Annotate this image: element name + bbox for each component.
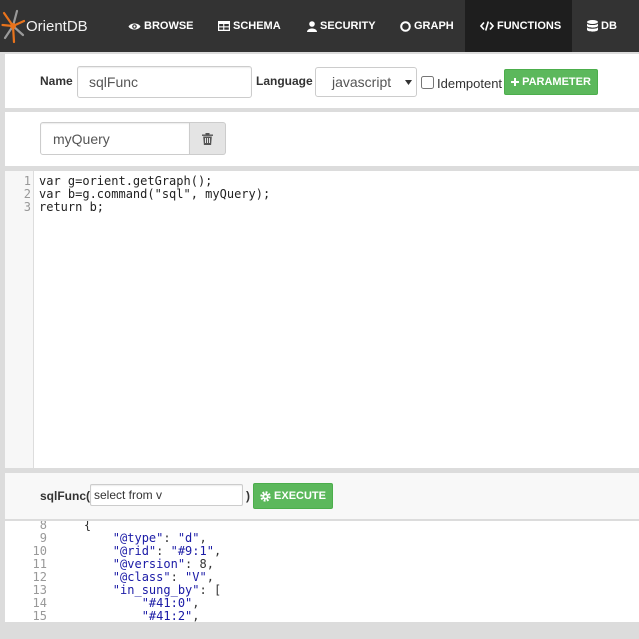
json-punctuation: [55, 596, 142, 610]
nav-item-label: SCHEMA: [233, 20, 281, 32]
database-icon: [587, 20, 598, 32]
nav-item-graph[interactable]: GRAPH: [400, 0, 454, 52]
json-string: "#41:2": [141, 609, 193, 623]
result-output[interactable]: 8 {9 "@type": "d", 10 "@rid": "#9:1", 11 "…: [5, 521, 639, 622]
language-select[interactable]: javascript: [315, 67, 417, 97]
code-text: "#41:2",: [55, 609, 200, 623]
function-call-prefix: sqlFunc(: [40, 489, 90, 503]
add-parameter-label: PARAMETER: [522, 76, 591, 88]
nav-item-db[interactable]: DB: [587, 0, 617, 52]
function-code-editor[interactable]: 1 var g=orient.getGraph(); 2 var b=g.comman…: [5, 171, 639, 468]
main-nav: OrientDB BROWSE SCHEMA SECURITY GRAPH FU…: [0, 0, 639, 52]
execute-button[interactable]: EXECUTE: [253, 483, 333, 509]
json-punctuation: [55, 544, 113, 558]
json-punctuation: :: [156, 544, 171, 558]
json-string: "@type": [112, 531, 164, 545]
language-label: Language: [256, 74, 313, 88]
json-punctuation: [55, 570, 113, 584]
function-header-panel: Name Language javascript Idempotent PARA…: [5, 54, 639, 108]
json-punctuation: ,: [206, 570, 214, 584]
nav-item-label: BROWSE: [144, 20, 194, 32]
nav-item-label: DB: [601, 20, 617, 32]
line-number: 15: [32, 609, 47, 623]
json-punctuation: ,: [192, 596, 200, 610]
logo-text: OrientDB: [26, 17, 88, 35]
function-name-input[interactable]: [77, 66, 252, 98]
gear-icon: [260, 490, 271, 502]
logo[interactable]: OrientDB: [1, 0, 88, 52]
delete-parameter-button[interactable]: [190, 122, 226, 155]
json-string: "in_sung_by": [112, 583, 200, 597]
code-line: 15 "#41:2",: [5, 609, 639, 623]
idempotent-checkbox[interactable]: [421, 76, 434, 89]
nav-item-schema[interactable]: SCHEMA: [218, 0, 281, 52]
nav-item-security[interactable]: SECURITY: [307, 0, 376, 52]
json-punctuation: : 8,: [185, 557, 214, 571]
plus-icon: [511, 78, 520, 86]
execute-panel: sqlFunc( ) EXECUTE: [5, 473, 639, 519]
json-string: "V": [185, 570, 207, 584]
circle-icon: [400, 20, 411, 32]
user-icon: [307, 20, 317, 32]
json-punctuation: [55, 557, 113, 571]
name-label: Name: [40, 74, 73, 88]
json-punctuation: [55, 609, 142, 622]
line-number: 3: [23, 200, 31, 214]
json-string: "@version": [112, 557, 186, 571]
nav-item-label: FUNCTIONS: [497, 20, 562, 32]
add-parameter-button[interactable]: PARAMETER: [504, 69, 598, 95]
json-punctuation: ,: [199, 531, 207, 545]
nav-item-label: SECURITY: [320, 20, 376, 32]
json-punctuation: [55, 531, 113, 545]
nav-item-browse[interactable]: BROWSE: [128, 0, 194, 52]
json-punctuation: :: [170, 570, 186, 584]
caret-down-icon: [405, 80, 412, 85]
eye-icon: [128, 22, 141, 31]
language-select-value: javascript: [332, 74, 392, 90]
execute-button-label: EXECUTE: [274, 490, 326, 502]
code-text: return b;: [39, 200, 105, 214]
json-string: "#41:0": [141, 596, 193, 610]
nav-item-label: GRAPH: [414, 20, 454, 32]
json-punctuation: :: [163, 531, 178, 545]
json-string: "d": [177, 531, 200, 545]
orientdb-logo-icon: [1, 8, 25, 44]
json-punctuation: ,: [192, 609, 200, 623]
parameter-input[interactable]: [40, 122, 190, 155]
editor-gutter: [5, 171, 34, 468]
parameters-panel: [5, 112, 639, 166]
code-line: 3 return b;: [5, 201, 639, 214]
editor-lines: 1 var g=orient.getGraph(); 2 var b=g.comman…: [5, 175, 639, 214]
result-lines: 8 {9 "@type": "d", 10 "@rid": "#9:1", 11 "…: [5, 521, 639, 622]
idempotent-label: Idempotent: [437, 75, 503, 91]
json-string: "@rid": [112, 544, 157, 558]
trash-icon: [202, 132, 213, 145]
execute-argument-input[interactable]: [90, 484, 243, 506]
json-punctuation: : [: [199, 583, 222, 597]
json-punctuation: [55, 583, 113, 597]
function-call-suffix: ): [246, 489, 250, 503]
json-string: "#9:1": [170, 544, 214, 558]
json-string: "@class": [112, 570, 171, 584]
code-icon: [480, 21, 494, 31]
table-icon: [218, 21, 230, 31]
nav-item-functions[interactable]: FUNCTIONS: [465, 0, 572, 52]
json-punctuation: ,: [213, 544, 222, 558]
